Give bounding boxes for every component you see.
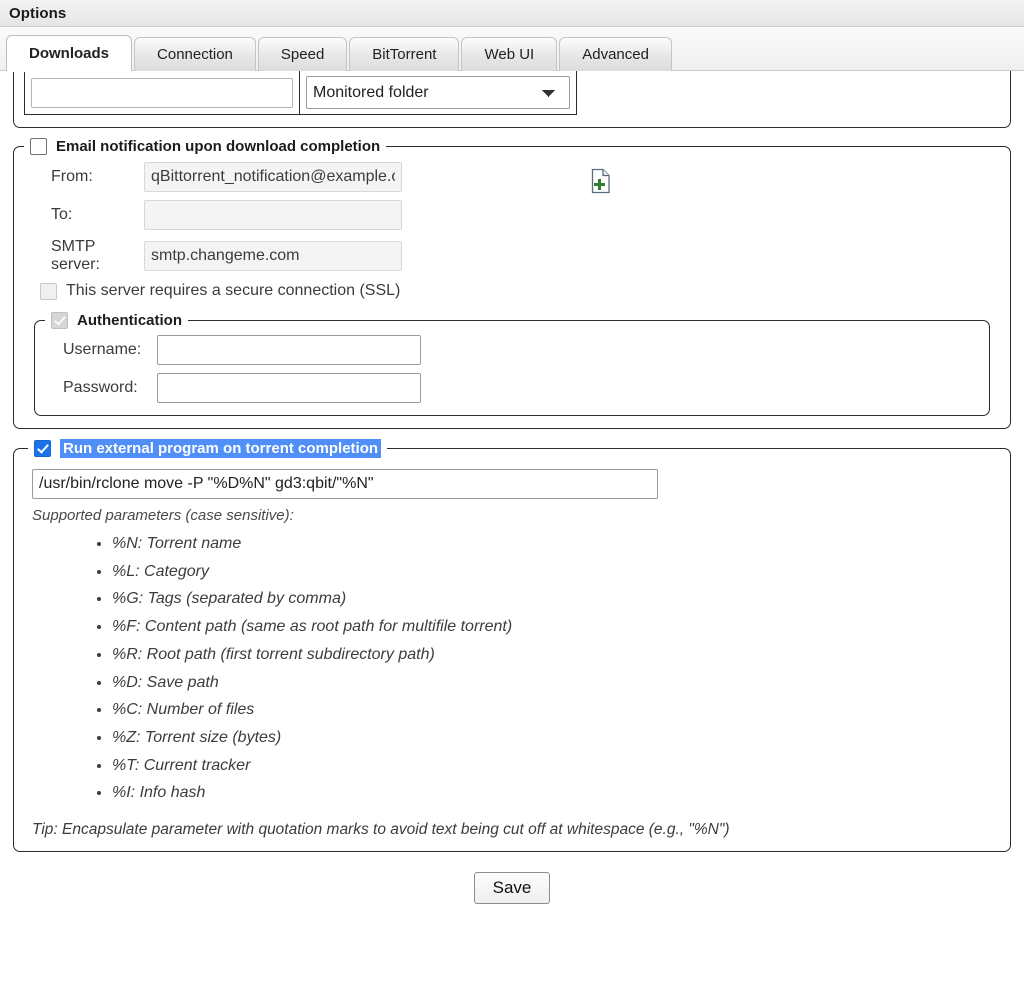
smtp-server-input[interactable]: [144, 241, 402, 271]
override-save-location-cell: Monitored folder Default save location B…: [300, 71, 577, 115]
email-notification-legend: Email notification upon download complet…: [24, 138, 386, 155]
monitored-folders-table: Monitored Folder Override Save Location …: [24, 71, 577, 115]
list-item: %N: Torrent name: [112, 530, 996, 558]
window-title: Options: [9, 5, 66, 22]
monitored-folder-input[interactable]: [31, 78, 293, 108]
add-document-icon[interactable]: [590, 168, 612, 194]
external-program-checkbox[interactable]: [34, 440, 51, 457]
to-input[interactable]: [144, 200, 402, 230]
supported-parameters-header: Supported parameters (case sensitive):: [32, 507, 996, 524]
authentication-group: Authentication Username: Password:: [34, 312, 990, 416]
authentication-legend: Authentication: [45, 312, 188, 329]
list-item: %G: Tags (separated by comma): [112, 585, 996, 613]
from-row: From:: [24, 162, 1000, 192]
tab-bittorrent-label: BitTorrent: [372, 46, 436, 63]
override-save-location-select[interactable]: Monitored folder Default save location B…: [306, 76, 570, 109]
smtp-server-row: SMTP server:: [24, 238, 1000, 274]
tab-advanced-label: Advanced: [582, 46, 649, 63]
password-row: Password:: [45, 373, 979, 403]
parameters-tip: Tip: Encapsulate parameter with quotatio…: [32, 821, 996, 839]
options-tab-bar: Downloads Connection Speed BitTorrent We…: [0, 27, 1024, 71]
list-item: %D: Save path: [112, 669, 996, 697]
from-input[interactable]: [144, 162, 402, 192]
list-item: %T: Current tracker: [112, 752, 996, 780]
list-item: %R: Root path (first torrent subdirector…: [112, 641, 996, 669]
email-notification-group: Email notification upon download complet…: [13, 138, 1011, 429]
list-item: %C: Number of files: [112, 696, 996, 724]
ssl-checkbox[interactable]: [40, 283, 57, 300]
tab-bittorrent[interactable]: BitTorrent: [349, 37, 459, 71]
tab-connection[interactable]: Connection: [134, 37, 256, 71]
username-row: Username:: [45, 335, 979, 365]
downloads-tab-panel: Monitored Folder Override Save Location …: [0, 71, 1024, 986]
external-program-group: Run external program on torrent completi…: [13, 439, 1011, 852]
email-notification-label: Email notification upon download complet…: [56, 138, 380, 155]
smtp-server-label: SMTP server:: [24, 238, 144, 274]
tab-connection-label: Connection: [157, 46, 233, 63]
to-row: To:: [24, 200, 1000, 230]
password-label: Password:: [45, 379, 157, 397]
ssl-label: This server requires a secure connection…: [66, 282, 400, 300]
password-input[interactable]: [157, 373, 421, 403]
tab-downloads[interactable]: Downloads: [6, 35, 132, 71]
list-item: %Z: Torrent size (bytes): [112, 724, 996, 752]
tab-advanced[interactable]: Advanced: [559, 37, 672, 71]
monitored-folders-group: Monitored Folder Override Save Location …: [13, 71, 1011, 128]
external-program-legend: Run external program on torrent completi…: [28, 439, 387, 458]
tab-webui[interactable]: Web UI: [461, 37, 557, 71]
username-label: Username:: [45, 341, 157, 359]
username-input[interactable]: [157, 335, 421, 365]
window-titlebar: Options: [0, 0, 1024, 27]
list-item: %I: Info hash: [112, 779, 996, 807]
list-item: %F: Content path (same as root path for …: [112, 613, 996, 641]
tab-downloads-label: Downloads: [29, 45, 109, 62]
email-notification-checkbox[interactable]: [30, 138, 47, 155]
tab-speed[interactable]: Speed: [258, 37, 347, 71]
save-button[interactable]: Save: [474, 872, 551, 904]
table-row: Monitored folder Default save location B…: [25, 71, 577, 115]
authentication-label: Authentication: [77, 312, 182, 329]
to-label: To:: [24, 206, 144, 224]
authentication-checkbox[interactable]: [51, 312, 68, 329]
tab-speed-label: Speed: [281, 46, 324, 63]
external-program-label: Run external program on torrent completi…: [60, 439, 381, 458]
ssl-row: This server requires a secure connection…: [40, 282, 1000, 300]
supported-parameters-list: %N: Torrent name %L: Category %G: Tags (…: [28, 530, 996, 807]
footer-actions: Save: [13, 872, 1011, 904]
from-label: From:: [24, 168, 144, 186]
tab-webui-label: Web UI: [484, 46, 534, 63]
external-program-command-input[interactable]: [32, 469, 658, 499]
list-item: %L: Category: [112, 558, 996, 586]
monitored-folder-cell: [25, 71, 300, 115]
